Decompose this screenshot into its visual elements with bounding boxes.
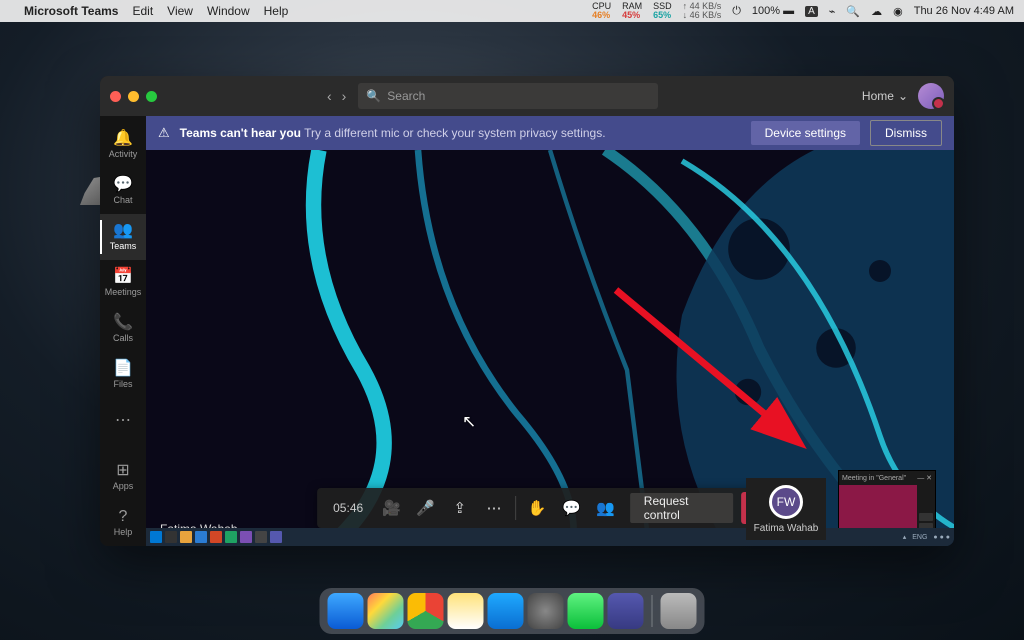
mic-toggle-button[interactable]: 🎤 [409, 490, 441, 526]
help-icon: ? [119, 509, 128, 525]
clock[interactable]: Thu 26 Nov 4:49 AM [914, 5, 1014, 17]
teams-window: ‹ › 🔍 Search Home ⌄ 🔔Activity 💬Chat 👥Tea… [100, 76, 954, 546]
raise-hand-button[interactable]: ✋ [521, 490, 553, 526]
dismiss-button[interactable]: Dismiss [870, 120, 942, 146]
sidebar-item-calls[interactable]: 📞Calls [100, 306, 146, 352]
nav-back-icon[interactable]: ‹ [327, 88, 332, 104]
sidebar-item-more[interactable]: ⋯ [100, 398, 146, 444]
input-menu-icon[interactable]: A [805, 6, 818, 17]
search-icon: 🔍 [366, 89, 381, 103]
power-icon[interactable]: ⏻ [732, 5, 741, 18]
sidebar-item-apps[interactable]: ⊞Apps [100, 454, 146, 500]
org-switcher[interactable]: Home ⌄ [862, 89, 908, 103]
chevron-down-icon: ⌄ [898, 89, 908, 103]
spotlight-icon[interactable]: 🔍 [846, 5, 860, 18]
self-avatar: FW [769, 485, 803, 519]
close-window-button[interactable] [110, 91, 121, 102]
dock-finder[interactable] [328, 593, 364, 629]
app-sidebar: 🔔Activity 💬Chat 👥Teams 📅Meetings 📞Calls … [100, 116, 146, 546]
dock-settings[interactable] [528, 593, 564, 629]
window-controls [110, 91, 157, 102]
ellipsis-icon: ⋯ [115, 413, 131, 429]
content-area: ⚠ Teams can't hear you Try a different m… [146, 116, 954, 546]
stat-network: ↑ 44 KB/s↓ 46 KB/s [683, 2, 722, 20]
menu-edit[interactable]: Edit [132, 4, 153, 18]
tb-icon [210, 531, 222, 543]
menu-view[interactable]: View [167, 4, 193, 18]
sidebar-item-files[interactable]: 📄Files [100, 352, 146, 398]
dock-launchpad[interactable] [368, 593, 404, 629]
shared-windows-taskbar: ▴ENG● ● ● [146, 528, 954, 546]
tb-icon [195, 531, 207, 543]
tb-icon [180, 531, 192, 543]
tb-icon [255, 531, 267, 543]
sidebar-item-activity[interactable]: 🔔Activity [100, 122, 146, 168]
profile-avatar[interactable] [918, 83, 944, 109]
dock-notes[interactable] [448, 593, 484, 629]
control-center-icon[interactable]: ☁ [871, 5, 882, 18]
notification-bar: ⚠ Teams can't hear you Try a different m… [146, 116, 954, 150]
dock-trash[interactable] [661, 593, 697, 629]
sidebar-item-chat[interactable]: 💬Chat [100, 168, 146, 214]
meeting-controls: 05:46 🎥 🎤 ⇪ ⋯ ✋ 💬 👥 Request control ✆ [317, 488, 783, 528]
share-screen-button[interactable]: ⇪ [444, 490, 476, 526]
sidebar-item-teams[interactable]: 👥Teams [100, 214, 146, 260]
more-actions-button[interactable]: ⋯ [478, 490, 510, 526]
maximize-window-button[interactable] [146, 91, 157, 102]
tb-icon [240, 531, 252, 543]
dock-appstore[interactable] [488, 593, 524, 629]
sidebar-item-meetings[interactable]: 📅Meetings [100, 260, 146, 306]
nav-arrows: ‹ › [327, 88, 346, 104]
stat-ssd: SSD65% [653, 2, 672, 20]
meeting-stage: ↖ Meeting in "General"— ✕ 05:46 🎥 [146, 150, 954, 546]
dock-teams[interactable] [608, 593, 644, 629]
teams-icon: 👥 [113, 223, 133, 239]
sidebar-item-help[interactable]: ?Help [100, 500, 146, 546]
tb-systray: ▴ENG● ● ● [903, 533, 950, 541]
stat-ram: RAM45% [622, 2, 642, 20]
chat-icon: 💬 [113, 177, 133, 193]
self-name-label: Fatima Wahab [754, 523, 819, 534]
participants-button[interactable]: 👥 [590, 490, 622, 526]
search-placeholder: Search [387, 89, 425, 103]
self-video-tile[interactable]: FW Fatima Wahab [746, 478, 826, 540]
bluetooth-icon[interactable]: ⌁ [829, 5, 836, 18]
siri-icon[interactable]: ◉ [893, 5, 903, 18]
window-titlebar: ‹ › 🔍 Search Home ⌄ [100, 76, 954, 116]
stat-cpu: CPU46% [592, 2, 611, 20]
dock-separator [652, 595, 653, 627]
menu-window[interactable]: Window [207, 4, 250, 18]
bell-icon: 🔔 [113, 131, 133, 147]
files-icon: 📄 [113, 361, 133, 377]
menu-help[interactable]: Help [264, 4, 289, 18]
request-control-button[interactable]: Request control [630, 493, 733, 523]
macos-menubar: Microsoft Teams Edit View Window Help CP… [0, 0, 1024, 22]
notification-message: Teams can't hear you Try a different mic… [180, 126, 606, 140]
win-start-icon [150, 531, 162, 543]
macos-dock [320, 588, 705, 634]
app-name[interactable]: Microsoft Teams [24, 4, 118, 18]
tb-icon [270, 531, 282, 543]
chat-panel-button[interactable]: 💬 [555, 490, 587, 526]
minimize-window-button[interactable] [128, 91, 139, 102]
mini-meeting-panel[interactable]: Meeting in "General"— ✕ [838, 470, 936, 532]
dock-messages[interactable] [568, 593, 604, 629]
device-settings-button[interactable]: Device settings [751, 121, 860, 145]
apps-icon: ⊞ [116, 463, 129, 479]
dock-chrome[interactable] [408, 593, 444, 629]
tb-icon [165, 531, 177, 543]
calendar-icon: 📅 [113, 269, 133, 285]
warning-icon: ⚠ [158, 125, 170, 141]
nav-forward-icon[interactable]: › [342, 88, 347, 104]
meeting-timer: 05:46 [323, 501, 373, 515]
search-input[interactable]: 🔍 Search [358, 83, 658, 109]
camera-toggle-button[interactable]: 🎥 [375, 490, 407, 526]
battery-status[interactable]: 100% ▬ [752, 5, 794, 17]
cursor-icon: ↖ [462, 412, 476, 432]
shared-screen: ↖ Meeting in "General"— ✕ 05:46 🎥 [146, 150, 954, 546]
phone-icon: 📞 [113, 315, 133, 331]
tb-icon [225, 531, 237, 543]
